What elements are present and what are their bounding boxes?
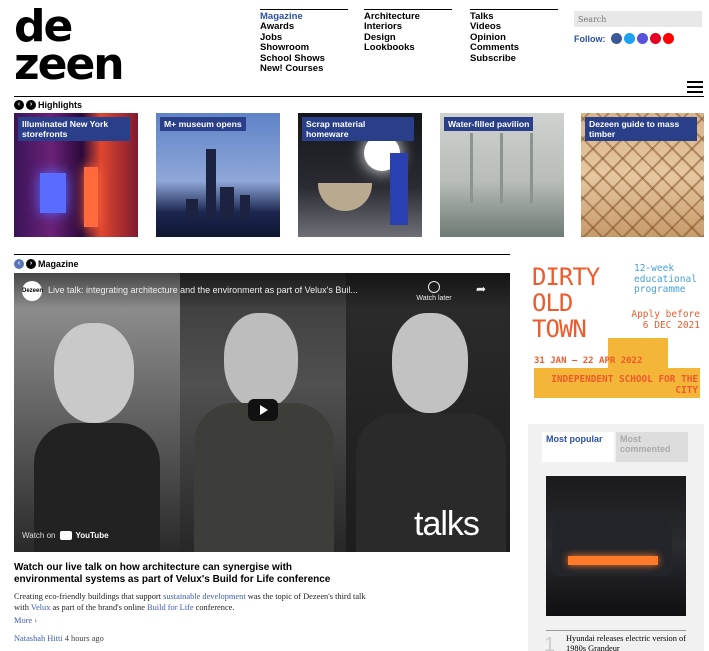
watch-later-button[interactable]: Watch later (414, 281, 454, 302)
link-velux[interactable]: Velux (31, 603, 51, 612)
next-arrow-icon[interactable]: › (26, 100, 36, 110)
dezeen-logo[interactable]: de zeen (14, 5, 125, 90)
rank-number: 1 (544, 634, 556, 651)
link-build-for-life[interactable]: Build for Life (147, 603, 194, 612)
highlights-header: ‹ › Highlights (14, 100, 82, 110)
byline: Natashah Hitti 4 hours ago (14, 634, 104, 643)
link-sustainable-development[interactable]: sustainable development (163, 592, 246, 601)
channel-logo[interactable]: Dezeen (22, 281, 43, 301)
highlight-card[interactable]: Illuminated New York storefronts (14, 113, 138, 237)
nav-link-courses[interactable]: New! Courses (260, 63, 348, 74)
author-link[interactable]: Natashah Hitti (14, 634, 63, 643)
video-title[interactable]: Live talk: integrating architecture and … (48, 285, 358, 295)
follow-label: Follow: (574, 33, 606, 44)
ad-dates: 31 JAN – 22 APR 2022 (534, 356, 643, 366)
magazine-header: ‹ › Magazine (14, 259, 79, 269)
highlight-caption: M+ museum opens (160, 117, 246, 131)
nav-column-3: Talks Videos Opinion Comments Subscribe (470, 9, 558, 64)
ad-weeks: 12-week educational programme (634, 263, 697, 296)
most-popular-image[interactable] (546, 476, 686, 616)
highlight-card[interactable]: Water-filled pavilion (440, 113, 564, 237)
highlight-caption: Scrap material homeware (302, 117, 414, 141)
video-player[interactable]: Dezeen Live talk: integrating architectu… (14, 273, 510, 552)
nav-link-lookbooks[interactable]: Lookbooks (364, 42, 452, 53)
share-icon[interactable]: ➦ (476, 283, 490, 295)
watch-on-youtube[interactable]: Watch on YouTube (22, 531, 109, 540)
tab-most-commented[interactable]: Most commented (616, 432, 688, 462)
watch-later-label: Watch later (416, 295, 452, 302)
highlight-card[interactable]: M+ museum opens (156, 113, 280, 237)
search-input[interactable] (574, 11, 702, 27)
pinterest-icon[interactable] (649, 33, 661, 44)
youtube-icon (59, 531, 72, 540)
prev-arrow-icon[interactable]: ‹ (14, 259, 24, 269)
play-button[interactable] (248, 399, 278, 421)
nav-column-1: Magazine Awards Jobs Showroom School Sho… (260, 9, 348, 74)
divider (14, 254, 510, 255)
divider (546, 630, 686, 631)
instagram-icon[interactable] (636, 33, 648, 44)
highlight-caption: Water-filled pavilion (444, 117, 534, 131)
magazine-title: Magazine (38, 259, 79, 269)
prev-arrow-icon[interactable]: ‹ (14, 100, 24, 110)
highlight-caption: Dezeen guide to mass timber (585, 117, 697, 141)
ad-title: DIRTY OLD TOWN (532, 263, 600, 343)
ad-apply: Apply before 6 DEC 2021 (631, 309, 700, 331)
post-time: 4 hours ago (64, 634, 104, 643)
youtube-icon[interactable] (662, 33, 674, 44)
highlight-card[interactable]: Dezeen guide to mass timber (581, 113, 704, 237)
watch-on-label: Watch on (22, 531, 56, 540)
follow-bar: Follow: (574, 33, 674, 44)
most-tabs: Most popular Most commented (542, 432, 688, 462)
twitter-icon[interactable] (623, 33, 635, 44)
article-teaser: Creating eco-friendly buildings that sup… (14, 592, 366, 612)
more-link[interactable]: More › (14, 616, 37, 625)
most-popular-item[interactable]: Hyundai releases electric version of 198… (566, 634, 686, 651)
menu-icon[interactable] (687, 81, 703, 93)
highlight-caption: Illuminated New York storefronts (18, 117, 130, 141)
logo-line-2: zeen (14, 39, 125, 90)
article-headline[interactable]: Watch our live talk on how architecture … (14, 562, 354, 587)
next-arrow-icon[interactable]: › (26, 259, 36, 269)
ad-school: INDEPENDENT SCHOOL FOR THE CITY (551, 374, 698, 396)
most-popular-panel: Most popular Most commented 1 Hyundai re… (528, 424, 704, 651)
talks-overlay: talks (414, 505, 480, 543)
speaker-photo (14, 273, 180, 552)
highlights-title: Highlights (38, 100, 82, 110)
nav-column-2: Architecture Interiors Design Lookbooks (364, 9, 452, 54)
clock-icon (428, 281, 440, 293)
facebook-icon[interactable] (610, 33, 622, 44)
youtube-label: YouTube (75, 531, 109, 540)
highlight-card[interactable]: Scrap material homeware (298, 113, 422, 237)
advert-dirty-old-town[interactable]: DIRTY OLD TOWN 12-week educational progr… (528, 258, 704, 403)
divider (14, 96, 704, 97)
tab-most-popular[interactable]: Most popular (542, 432, 614, 462)
nav-link-subscribe[interactable]: Subscribe (470, 53, 558, 64)
